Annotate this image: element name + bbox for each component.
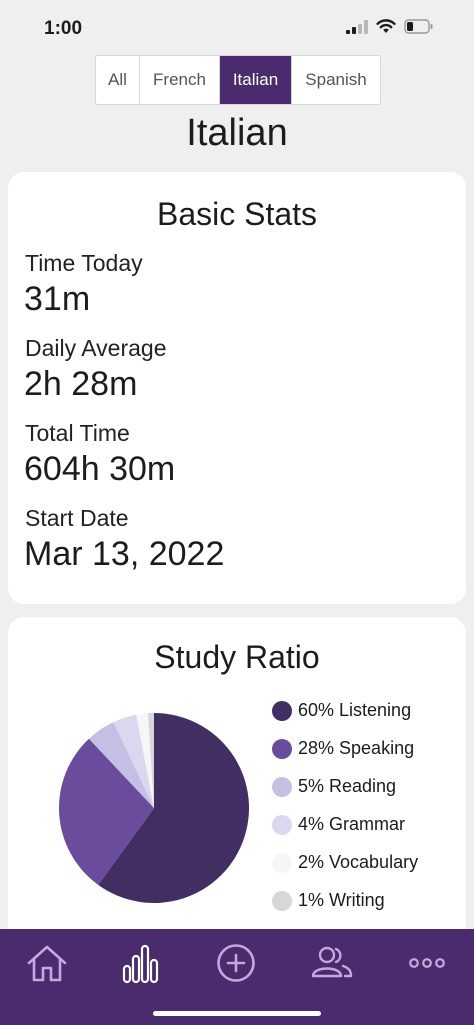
legend-label-vocabulary: 2% Vocabulary (298, 852, 419, 872)
cellular-signal-icon (346, 19, 368, 34)
legend-item-writing: 1% Writing (272, 890, 385, 911)
legend-label-reading: 5% Reading (298, 776, 397, 796)
legend-swatch-speaking (272, 738, 292, 759)
tab-add[interactable] (212, 941, 260, 985)
language-filter: All French Italian Spanish (95, 55, 381, 105)
legend-item-vocabulary: 2% Vocabulary (272, 852, 418, 873)
study-ratio-title: Study Ratio (154, 639, 320, 675)
status-icons (346, 19, 434, 34)
legend-label-writing: 1% Writing (298, 890, 385, 910)
home-icon (27, 945, 67, 982)
bottom-tab-bar (0, 929, 474, 1025)
legend-swatch-vocabulary (272, 852, 292, 873)
stat-label-start-date: Start Date (25, 505, 129, 531)
page-title: Italian (186, 112, 288, 154)
legend-swatch-listening (272, 700, 292, 721)
tab-stats[interactable] (116, 941, 164, 985)
legend-item-reading: 5% Reading (272, 776, 396, 797)
stat-value-daily-average: 2h 28m (24, 365, 138, 403)
legend-label-listening: 60% Listening (298, 700, 412, 720)
legend-item-grammar: 4% Grammar (272, 814, 405, 835)
tab-home[interactable] (23, 941, 71, 985)
stat-value-total-time: 604h 30m (24, 450, 176, 488)
legend-swatch-grammar (272, 814, 292, 835)
legend-item-listening: 60% Listening (272, 700, 411, 721)
tab-more[interactable] (403, 941, 451, 985)
battery-icon (404, 19, 433, 34)
filter-tab-spanish[interactable]: Spanish (292, 56, 380, 104)
stat-value-time-today: 31m (24, 280, 91, 318)
basic-stats-title: Basic Stats (156, 196, 318, 232)
status-time: 1:00 (44, 18, 83, 39)
stats-icon (122, 944, 159, 984)
add-icon (217, 944, 255, 982)
filter-tab-french[interactable]: French (140, 56, 220, 104)
wifi-icon (376, 19, 396, 33)
filter-tab-all[interactable]: All (96, 56, 140, 104)
home-indicator[interactable] (153, 1011, 321, 1016)
legend-item-speaking: 28% Speaking (272, 738, 414, 759)
legend-swatch-writing (272, 890, 292, 911)
people-icon (311, 946, 353, 978)
legend-label-speaking: 28% Speaking (298, 738, 415, 758)
filter-tab-italian[interactable]: Italian (220, 56, 292, 104)
stat-label-daily-average: Daily Average (25, 335, 167, 361)
legend-swatch-reading (272, 776, 292, 797)
stat-label-total-time: Total Time (25, 420, 130, 446)
study-ratio-pie-chart (58, 713, 249, 903)
tab-people[interactable] (307, 941, 355, 985)
stat-value-start-date: Mar 13, 2022 (24, 535, 225, 573)
status-bar: 1:00 (0, 0, 474, 56)
legend-label-grammar: 4% Grammar (298, 814, 406, 834)
stat-label-time-today: Time Today (25, 250, 143, 276)
basic-stats-card: Basic Stats Time Today 31m Daily Average… (8, 172, 466, 604)
more-icon (409, 958, 445, 968)
